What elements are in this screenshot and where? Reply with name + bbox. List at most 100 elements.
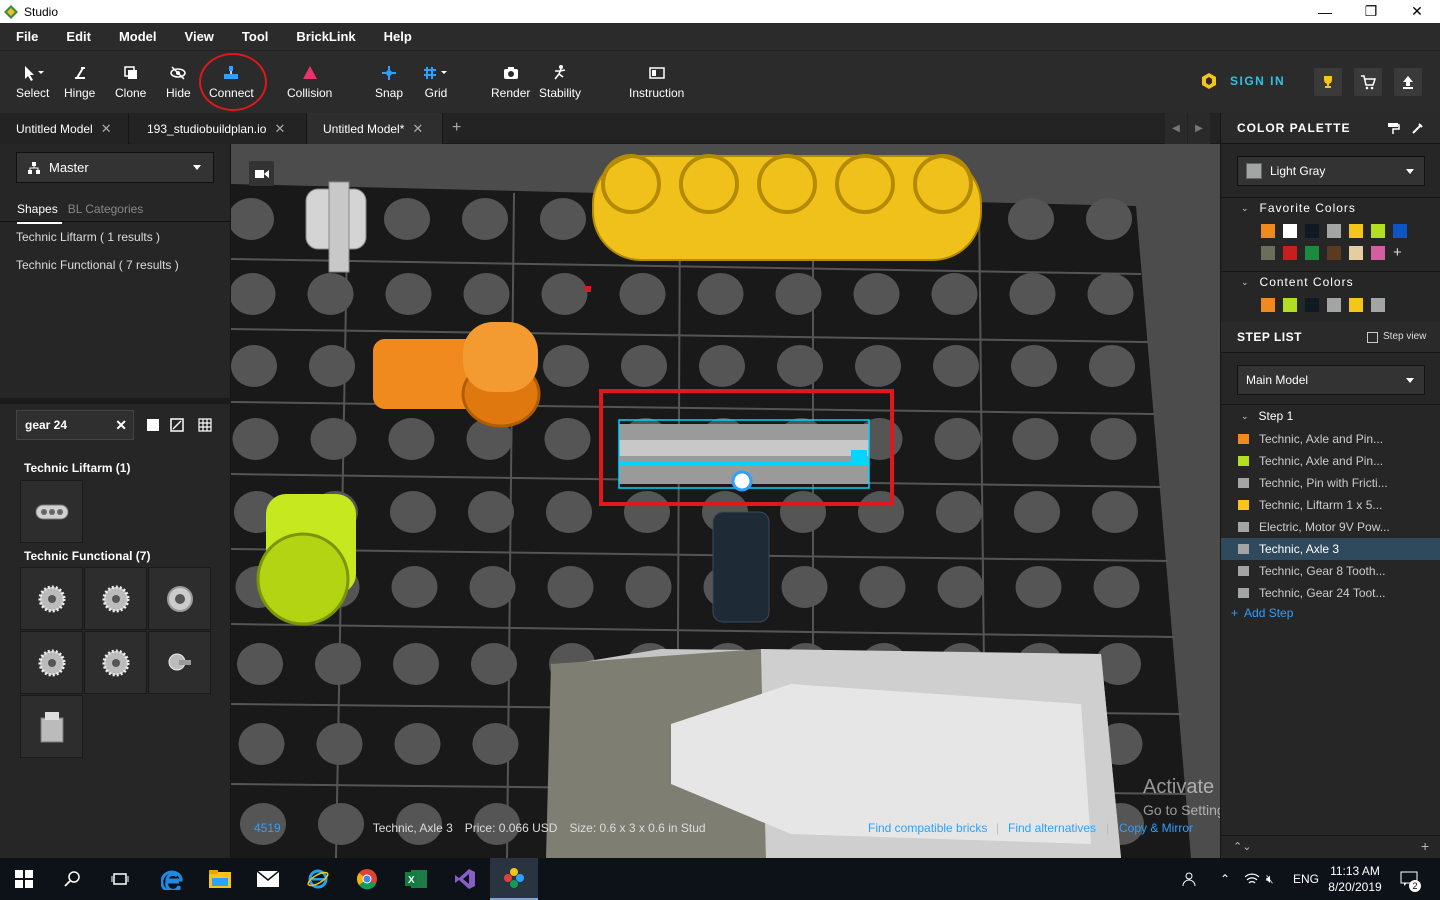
color-swatch[interactable] (1261, 298, 1275, 312)
step-part-item[interactable]: Technic, Axle 3 (1221, 538, 1440, 560)
step-1-header[interactable]: ⌄ Step 1 (1241, 409, 1293, 423)
render-tool-button[interactable]: Render (491, 64, 530, 100)
color-swatch[interactable] (1283, 298, 1297, 312)
camera-view-button[interactable] (249, 161, 274, 186)
copy-mirror-link[interactable]: Copy & Mirror (1119, 821, 1193, 835)
category-item[interactable]: Technic Functional ( 7 results ) (16, 258, 179, 272)
step-part-item[interactable]: Technic, Axle and Pin... (1221, 450, 1440, 472)
minimize-button[interactable]: — (1302, 0, 1348, 23)
part-tile[interactable] (148, 567, 211, 630)
excel-taskbar-button[interactable]: X (392, 858, 440, 900)
cart-button[interactable] (1354, 68, 1382, 96)
chrome-taskbar-button[interactable] (343, 858, 391, 900)
menu-help[interactable]: Help (372, 29, 424, 44)
collapse-all-icon[interactable]: ⌃⌄ (1233, 840, 1251, 853)
ie-taskbar-button[interactable] (294, 858, 342, 900)
mail-taskbar-button[interactable] (244, 858, 292, 900)
close-tab-icon[interactable]: ✕ (101, 121, 112, 137)
tab-bl-categories[interactable]: BL Categories (68, 202, 148, 216)
step-part-item[interactable]: Technic, Pin with Fricti... (1221, 472, 1440, 494)
color-swatch[interactable] (1349, 224, 1363, 238)
palette-dropdown[interactable]: Master (16, 152, 214, 183)
color-swatch[interactable] (1283, 246, 1297, 260)
category-item[interactable]: Technic Liftarm ( 1 results ) (16, 230, 160, 244)
color-swatch[interactable] (1327, 224, 1341, 238)
grid-view-icon[interactable] (198, 418, 212, 432)
color-swatch[interactable] (1261, 246, 1275, 260)
step-part-item[interactable]: Electric, Motor 9V Pow... (1221, 516, 1440, 538)
tab-scroll-left-button[interactable]: ◀ (1165, 113, 1187, 144)
color-swatch[interactable] (1305, 224, 1319, 238)
clone-tool-button[interactable]: Clone (115, 64, 146, 100)
content-colors-header[interactable]: ⌄ Content Colors (1241, 275, 1354, 289)
find-compatible-link[interactable]: Find compatible bricks (868, 821, 987, 835)
people-icon[interactable] (1181, 858, 1197, 900)
close-window-button[interactable]: ✕ (1394, 0, 1440, 23)
trophy-button[interactable] (1314, 68, 1342, 96)
studio-taskbar-button[interactable] (490, 858, 538, 900)
color-swatch[interactable] (1349, 298, 1363, 312)
part-tile[interactable] (148, 631, 211, 694)
part-tile[interactable] (84, 631, 147, 694)
favorite-colors-header[interactable]: ⌄ Favorite Colors (1241, 201, 1356, 215)
eyedropper-icon[interactable] (1411, 122, 1424, 135)
part-search-input[interactable]: gear 24 ✕ (16, 410, 134, 440)
tab-scroll-right-button[interactable]: ▶ (1188, 113, 1210, 144)
menu-edit[interactable]: Edit (54, 29, 103, 44)
step-part-item[interactable]: Technic, Gear 24 Toot... (1221, 582, 1440, 604)
close-tab-icon[interactable]: ✕ (412, 121, 423, 137)
close-tab-icon[interactable]: ✕ (274, 121, 285, 137)
instruction-tool-button[interactable]: Instruction (629, 64, 684, 100)
add-icon[interactable]: + (1421, 838, 1429, 854)
single-view-icon[interactable] (146, 418, 160, 432)
part-tile[interactable] (20, 631, 83, 694)
restore-button[interactable]: ❐ (1348, 0, 1394, 23)
add-color-button[interactable]: + (1393, 244, 1402, 261)
collision-tool-button[interactable]: Collision (287, 64, 332, 100)
grid-tool-button[interactable]: Grid (423, 64, 449, 100)
tab-untitled-model[interactable]: Untitled Model ✕ (0, 113, 129, 144)
part-tile[interactable] (84, 567, 147, 630)
volume-muted-icon[interactable]: 🔇︎ (1266, 858, 1274, 900)
paint-roller-icon[interactable] (1387, 122, 1400, 135)
menu-tool[interactable]: Tool (230, 29, 280, 44)
color-swatch[interactable] (1349, 246, 1363, 260)
color-swatch[interactable] (1371, 246, 1385, 260)
sign-in-link[interactable]: SIGN IN (1200, 72, 1285, 90)
color-swatch[interactable] (1393, 224, 1407, 238)
select-tool-button[interactable]: Select (16, 64, 49, 100)
menu-bricklink[interactable]: BrickLink (284, 29, 367, 44)
color-swatch[interactable] (1261, 224, 1275, 238)
find-alternatives-link[interactable]: Find alternatives (1008, 821, 1096, 835)
3d-viewport[interactable] (231, 144, 1220, 858)
color-swatch[interactable] (1305, 246, 1319, 260)
menu-model[interactable]: Model (107, 29, 169, 44)
snap-tool-button[interactable]: Snap (375, 64, 403, 100)
step-part-item[interactable]: Technic, Liftarm 1 x 5... (1221, 494, 1440, 516)
tab-shapes[interactable]: Shapes (17, 202, 62, 224)
color-swatch[interactable] (1371, 224, 1385, 238)
color-swatch[interactable] (1327, 246, 1341, 260)
menu-file[interactable]: File (4, 29, 50, 44)
part-tile[interactable] (20, 480, 83, 543)
color-swatch[interactable] (1283, 224, 1297, 238)
hide-tool-button[interactable]: Hide (166, 64, 191, 100)
step-view-checkbox[interactable] (1367, 332, 1378, 343)
language-indicator[interactable]: ENG (1293, 858, 1319, 900)
step-part-item[interactable]: Technic, Axle and Pin... (1221, 428, 1440, 450)
stability-tool-button[interactable]: Stability (539, 64, 581, 100)
network-icon[interactable] (1244, 858, 1260, 900)
taskbar-search-button[interactable] (48, 858, 96, 900)
tab-untitled-model-modified[interactable]: Untitled Model* ✕ (307, 113, 443, 144)
upload-button[interactable] (1394, 68, 1422, 96)
color-swatch[interactable] (1305, 298, 1319, 312)
hinge-tool-button[interactable]: Hinge (64, 64, 95, 100)
tray-overflow-icon[interactable]: ⌃ (1220, 858, 1230, 900)
step-part-item[interactable]: Technic, Gear 8 Tooth... (1221, 560, 1440, 582)
edge-taskbar-button[interactable] (148, 858, 196, 900)
clear-search-icon[interactable]: ✕ (115, 417, 127, 434)
add-step-button[interactable]: + Add Step (1231, 606, 1293, 620)
file-explorer-taskbar-button[interactable] (196, 858, 244, 900)
visual-studio-taskbar-button[interactable] (441, 858, 489, 900)
start-button[interactable] (0, 858, 48, 900)
